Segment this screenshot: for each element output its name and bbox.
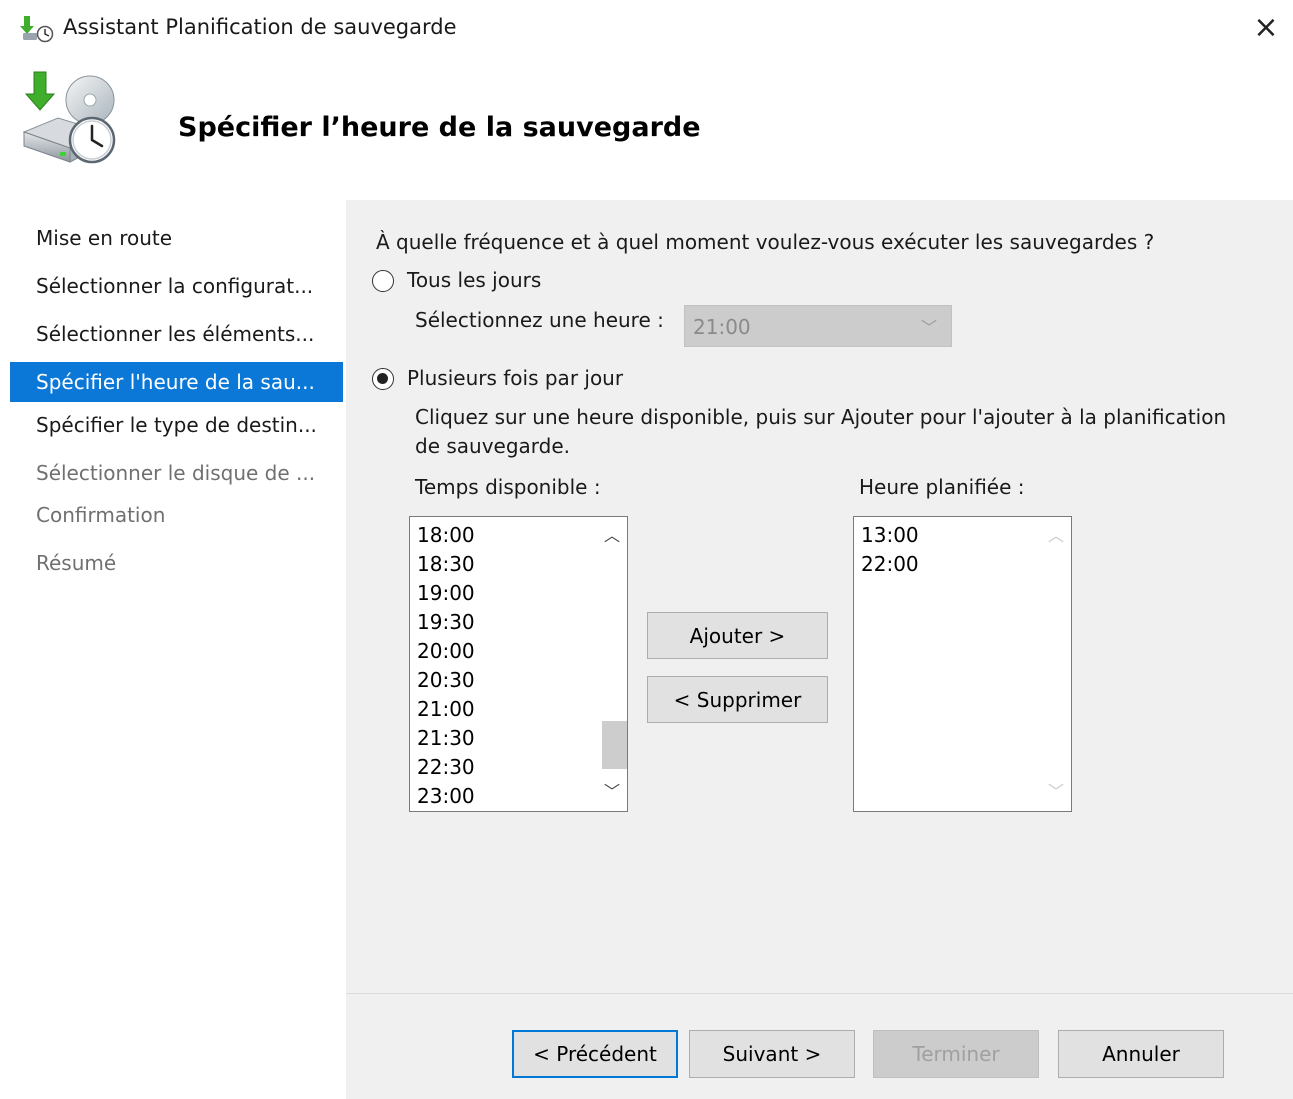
list-item[interactable]: 22:30 bbox=[410, 753, 475, 782]
backup-schedule-app-icon bbox=[20, 16, 54, 43]
radio-multiple-times[interactable] bbox=[372, 368, 394, 390]
step-summary: Résumé bbox=[36, 551, 117, 575]
instruction-text-line2: de sauvegarde. bbox=[415, 434, 571, 458]
previous-button[interactable]: < Précédent bbox=[512, 1030, 678, 1078]
radio-multiple-times-label[interactable]: Plusieurs fois par jour bbox=[407, 366, 623, 390]
scheduled-times-label: Heure planifiée : bbox=[859, 475, 1025, 499]
radio-daily-label[interactable]: Tous les jours bbox=[407, 268, 541, 292]
radio-daily[interactable] bbox=[372, 270, 394, 292]
remove-button[interactable]: < Supprimer bbox=[647, 676, 828, 723]
title-bar: Assistant Planification de sauvegarde × bbox=[0, 0, 1293, 56]
next-button[interactable]: Suivant > bbox=[689, 1030, 855, 1078]
step-confirmation: Confirmation bbox=[36, 503, 166, 527]
list-item[interactable]: 20:30 bbox=[410, 666, 475, 695]
chevron-up-icon: ︿ bbox=[1047, 526, 1064, 545]
finish-button: Terminer bbox=[873, 1030, 1039, 1078]
scheduled-times-list[interactable]: 13:00 22:00 ︿ ﹀ bbox=[853, 516, 1072, 812]
backup-clock-icon bbox=[22, 71, 116, 164]
time-combobox-value: 21:00 bbox=[693, 315, 751, 339]
list-item[interactable]: 19:30 bbox=[410, 608, 475, 637]
list-item[interactable]: 18:00 bbox=[410, 521, 475, 550]
list-item[interactable]: 18:30 bbox=[410, 550, 475, 579]
page-title: Spécifier l’heure de la sauvegarde bbox=[178, 112, 701, 143]
close-icon[interactable]: × bbox=[1244, 8, 1288, 48]
frequency-question: À quelle fréquence et à quel moment voul… bbox=[376, 230, 1155, 254]
list-item[interactable]: 21:00 bbox=[410, 695, 475, 724]
step-select-items[interactable]: Sélectionner les éléments... bbox=[10, 314, 343, 354]
chevron-down-icon: ﹀ bbox=[920, 318, 937, 337]
add-button[interactable]: Ajouter > bbox=[647, 612, 828, 659]
step-specify-destination-type[interactable]: Spécifier le type de destin... bbox=[10, 405, 343, 445]
scrollbar-thumb[interactable] bbox=[602, 721, 627, 769]
list-item[interactable]: 23:00 bbox=[410, 782, 475, 811]
instruction-text-line1: Cliquez sur une heure disponible, puis s… bbox=[415, 405, 1227, 429]
select-time-label: Sélectionnez une heure : bbox=[415, 308, 664, 332]
available-times-list[interactable]: 18:00 18:30 19:00 19:30 20:00 20:30 21:0… bbox=[409, 516, 628, 812]
available-times-scrollbar[interactable]: ︿ ﹀ bbox=[597, 517, 627, 811]
chevron-down-icon: ﹀ bbox=[1047, 782, 1064, 801]
chevron-up-icon[interactable]: ︿ bbox=[597, 521, 627, 551]
step-specify-backup-time[interactable]: Spécifier l'heure de la sau... bbox=[10, 362, 343, 402]
step-select-destination-disk: Sélectionner le disque de ... bbox=[36, 461, 316, 485]
list-item[interactable]: 13:00 bbox=[854, 521, 919, 550]
chevron-down-icon[interactable]: ﹀ bbox=[597, 777, 627, 807]
cancel-button[interactable]: Annuler bbox=[1058, 1030, 1224, 1078]
step-getting-started[interactable]: Mise en route bbox=[10, 218, 343, 258]
list-item[interactable]: 21:30 bbox=[410, 724, 475, 753]
list-item[interactable]: 22:00 bbox=[854, 550, 919, 579]
time-combobox[interactable]: 21:00 ﹀ bbox=[684, 305, 952, 347]
window-title: Assistant Planification de sauvegarde bbox=[63, 15, 457, 39]
list-item[interactable]: 19:00 bbox=[410, 579, 475, 608]
available-times-label: Temps disponible : bbox=[415, 475, 601, 499]
list-item[interactable]: 20:00 bbox=[410, 637, 475, 666]
scheduled-times-scrollbar: ︿ ﹀ bbox=[1041, 517, 1071, 811]
step-select-configuration[interactable]: Sélectionner la configurat... bbox=[10, 266, 343, 306]
